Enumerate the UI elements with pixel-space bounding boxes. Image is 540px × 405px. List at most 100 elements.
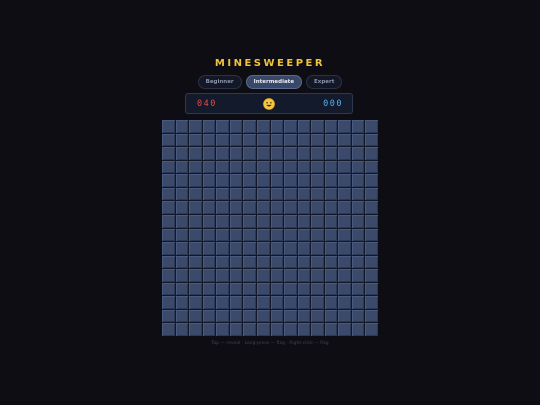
board-cell[interactable] [284,120,297,133]
board-cell[interactable] [365,282,378,296]
board-cell[interactable] [162,214,175,228]
board-cell[interactable] [175,242,189,255]
board-cell[interactable] [338,201,351,214]
board-cell[interactable] [256,120,270,133]
board-cell[interactable] [162,133,175,147]
board-cell[interactable] [297,214,311,228]
board-cell[interactable] [365,160,378,174]
board-cell[interactable] [297,323,311,336]
board-cell[interactable] [270,133,284,147]
board-cell[interactable] [229,133,243,147]
board-cell[interactable] [175,174,189,187]
board-cell[interactable] [256,133,270,147]
board-cell[interactable] [189,201,202,214]
board-cell[interactable] [216,214,229,228]
board-cell[interactable] [216,228,229,242]
board-cell[interactable] [324,242,338,255]
board-cell[interactable] [162,323,175,336]
board-cell[interactable] [351,296,365,309]
board-cell[interactable] [338,174,351,187]
board-cell[interactable] [162,242,175,255]
board-cell[interactable] [338,214,351,228]
board-cell[interactable] [175,323,189,336]
board-cell[interactable] [351,160,365,174]
board-cell[interactable] [216,133,229,147]
board-cell[interactable] [189,120,202,133]
board-cell[interactable] [216,242,229,255]
board-cell[interactable] [256,187,270,201]
board-cell[interactable] [284,201,297,214]
board-cell[interactable] [297,228,311,242]
board-cell[interactable] [365,296,378,309]
board-cell[interactable] [270,255,284,269]
board-cell[interactable] [229,160,243,174]
board-cell[interactable] [351,214,365,228]
board-cell[interactable] [256,201,270,214]
board-cell[interactable] [284,309,297,323]
board-cell[interactable] [297,160,311,174]
board-cell[interactable] [202,323,216,336]
board-cell[interactable] [338,147,351,160]
board-cell[interactable] [162,269,175,282]
board-cell[interactable] [229,187,243,201]
board-cell[interactable] [216,323,229,336]
board-cell[interactable] [270,201,284,214]
board-cell[interactable] [338,160,351,174]
board-cell[interactable] [311,187,324,201]
board-cell[interactable] [229,269,243,282]
board-cell[interactable] [324,282,338,296]
board-cell[interactable] [216,309,229,323]
board-cell[interactable] [202,242,216,255]
board-cell[interactable] [256,282,270,296]
board-cell[interactable] [189,147,202,160]
board-cell[interactable] [284,187,297,201]
board-cell[interactable] [365,309,378,323]
board-cell[interactable] [175,147,189,160]
board-cell[interactable] [162,174,175,187]
board-cell[interactable] [243,160,256,174]
board-cell[interactable] [338,242,351,255]
board-cell[interactable] [351,269,365,282]
board-cell[interactable] [256,214,270,228]
board-cell[interactable] [365,269,378,282]
board-cell[interactable] [216,269,229,282]
board-cell[interactable] [229,214,243,228]
board-cell[interactable] [324,160,338,174]
board-cell[interactable] [365,323,378,336]
board-cell[interactable] [202,120,216,133]
board-cell[interactable] [365,187,378,201]
board-cell[interactable] [311,160,324,174]
board-cell[interactable] [351,201,365,214]
board-cell[interactable] [243,133,256,147]
board-cell[interactable] [175,214,189,228]
board-cell[interactable] [324,296,338,309]
board-cell[interactable] [270,147,284,160]
board-cell[interactable] [189,174,202,187]
board-cell[interactable] [297,282,311,296]
board-cell[interactable] [175,296,189,309]
board-cell[interactable] [162,255,175,269]
board-cell[interactable] [297,296,311,309]
board-cell[interactable] [351,255,365,269]
board-cell[interactable] [351,309,365,323]
board-cell[interactable] [324,323,338,336]
board-cell[interactable] [216,201,229,214]
board-cell[interactable] [202,255,216,269]
board-cell[interactable] [270,242,284,255]
board-cell[interactable] [270,187,284,201]
board-cell[interactable] [175,201,189,214]
board-cell[interactable] [229,296,243,309]
board-cell[interactable] [189,282,202,296]
board-cell[interactable] [284,147,297,160]
board-cell[interactable] [229,228,243,242]
board-cell[interactable] [324,269,338,282]
board-cell[interactable] [311,174,324,187]
board-cell[interactable] [243,269,256,282]
board-cell[interactable] [243,255,256,269]
board-cell[interactable] [162,309,175,323]
board-cell[interactable] [256,323,270,336]
board-cell[interactable] [243,242,256,255]
board-cell[interactable] [284,214,297,228]
board-cell[interactable] [202,133,216,147]
board-cell[interactable] [297,269,311,282]
